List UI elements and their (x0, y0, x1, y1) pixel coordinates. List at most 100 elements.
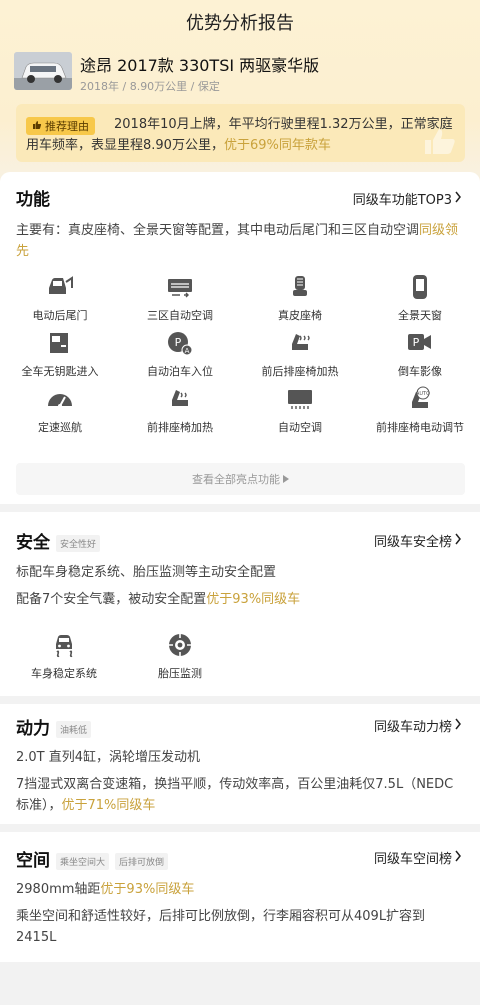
feature-label: 全车无钥匙进入 (21, 365, 99, 378)
chevron-right-icon (454, 533, 462, 549)
svg-text:A: A (185, 347, 190, 355)
feature-label: 胎压监测 (158, 667, 202, 680)
safety-line2: 配备7个安全气囊，被动安全配置优于93%同级车 (16, 589, 464, 610)
view-all-features-button[interactable]: 查看全部亮点功能 (16, 463, 465, 495)
feature-label: 前排座椅加热 (147, 421, 213, 434)
feature-front-seat-heating: 前排座椅加热 (120, 386, 240, 435)
feature-keyless-entry: 全车无钥匙进入 (0, 330, 120, 379)
feature-label: 前排座椅电动调节 (376, 421, 464, 434)
car-thumbnail (14, 52, 72, 90)
page-title: 优势分析报告 (186, 13, 294, 34)
power-line1: 2.0T 直列4缸，涡轮增压发动机 (16, 750, 201, 765)
view-all-label: 查看全部亮点功能 (192, 473, 280, 486)
cruise-control-icon (45, 386, 75, 412)
divider (0, 962, 480, 1005)
recommend-highlight: 优于69%同年款车 (223, 138, 331, 153)
chevron-right-icon (454, 718, 462, 734)
safety-line2-highlight: 优于93%同级车 (206, 592, 301, 607)
recommend-box: 2018年10月上牌，年平均行驶里程1.32万公里，正常家庭用车频率，表显里程8… (16, 104, 465, 162)
feature-tri-zone-ac: 三区自动空调 (120, 274, 240, 323)
power-title: 动力 油耗低 (16, 714, 92, 739)
chevron-right-icon (454, 850, 462, 866)
power-card: 动力 油耗低 同级车动力榜 2.0T 直列4缸，涡轮增压发动机 7挡湿式双离合变速… (0, 704, 480, 824)
leather-seat-icon (285, 274, 315, 300)
auto-ac-icon (285, 386, 315, 412)
power-tag: 油耗低 (56, 720, 92, 738)
svg-text:P: P (413, 336, 420, 349)
car-info[interactable]: 途昂 2017款 330TSI 两驱豪华版 2018年 / 8.90万公里 / … (14, 52, 466, 96)
function-top3-label: 同级车功能TOP3 (352, 193, 452, 208)
front-seat-heating-icon (165, 386, 195, 412)
feature-label: 真皮座椅 (278, 309, 322, 322)
feature-auto-parking: P A 自动泊车入位 (120, 330, 240, 379)
safety-title: 安全 安全性好 (16, 528, 101, 553)
feature-panoramic-sunroof: 全景天窗 (360, 274, 480, 323)
chevron-right-icon (454, 191, 462, 207)
space-line1-body: 2980mm轴距 (16, 882, 101, 897)
feature-label: 电动后尾门 (32, 309, 88, 322)
feature-label: 定速巡航 (38, 421, 82, 434)
recommend-badge-label: 推荐理由 (45, 120, 89, 133)
feature-power-tailgate: 电动后尾门 (0, 274, 120, 323)
space-rank-label: 同级车空间榜 (373, 852, 452, 867)
power-tailgate-icon (45, 274, 75, 300)
feature-tire-pressure: 胎压监测 (120, 632, 240, 681)
car-name: 途昂 2017款 330TSI 两驱豪华版 (80, 56, 320, 75)
page-header: 优势分析报告 (0, 0, 480, 44)
feature-label: 自动空调 (278, 421, 322, 434)
function-desc-body: 主要有：真皮座椅、全景天窗等配置，其中电动后尾门和三区自动空调 (16, 223, 420, 238)
safety-rank-link[interactable]: 同级车安全榜 (374, 531, 462, 550)
tri-zone-ac-icon (165, 274, 195, 300)
divider (0, 696, 480, 704)
triangle-right-icon (283, 473, 289, 486)
feature-auto-ac: 自动空调 (240, 386, 360, 435)
feature-power-seat: AUTO 前排座椅电动调节 (360, 386, 480, 435)
feature-leather-seat: 真皮座椅 (240, 274, 360, 323)
auto-parking-icon: PA (165, 330, 195, 356)
feature-label: 三区自动空调 (147, 309, 213, 322)
feature-label: 全景天窗 (398, 309, 442, 322)
feature-cruise-control: 定速巡航 (0, 386, 120, 435)
feature-label: 倒车影像 (398, 365, 442, 378)
recommend-badge: 推荐理由 (26, 117, 95, 135)
safety-line1: 标配车身稳定系统、胎压监测等主动安全配置 (16, 565, 277, 580)
reverse-camera-icon: P (405, 330, 435, 356)
power-line2-highlight: 优于71%同级车 (61, 798, 156, 813)
power-seat-icon: AUTO (405, 386, 435, 412)
space-rank-link[interactable]: 同级车空间榜 (374, 848, 462, 867)
power-rank-link[interactable]: 同级车动力榜 (374, 716, 462, 735)
feature-label: 前后排座椅加热 (261, 365, 339, 378)
thumbs-up-watermark-icon (419, 126, 459, 156)
space-tag-2: 后排可放倒 (115, 852, 169, 870)
space-title: 空间 乘坐空间大 后排可放倒 (16, 846, 169, 871)
panoramic-sunroof-icon (405, 274, 435, 300)
function-desc: 主要有：真皮座椅、全景天窗等配置，其中电动后尾门和三区自动空调同级领先 (16, 220, 464, 262)
function-top3-link[interactable]: 同级车功能TOP3 (353, 189, 462, 208)
thumbs-up-icon (32, 120, 42, 133)
power-title-text: 动力 (16, 719, 50, 739)
divider (0, 504, 480, 512)
space-line2: 乘坐空间和舒适性较好，后排可比例放倒，行李厢容积可从409L扩容到2415L (16, 909, 426, 945)
space-line1-highlight: 优于93%同级车 (100, 882, 195, 897)
safety-card: 安全 安全性好 同级车安全榜 标配车身稳定系统、胎压监测等主动安全配置 配备7个安… (0, 512, 480, 696)
space-title-text: 空间 (16, 851, 50, 871)
feature-seat-heating: 前后排座椅加热 (240, 330, 360, 379)
svg-text:AUTO: AUTO (416, 391, 430, 397)
space-tag-1: 乘坐空间大 (56, 852, 110, 870)
stability-control-icon (49, 632, 79, 658)
power-line2: 7挡湿式双离合变速箱，换挡平顺，传动效率高，百公里油耗仅7.5L（NEDC标准）… (16, 774, 464, 816)
safety-rank-label: 同级车安全榜 (373, 535, 452, 550)
function-title: 功能 (16, 190, 50, 210)
feature-label: 车身稳定系统 (31, 667, 97, 680)
feature-label: 自动泊车入位 (147, 365, 213, 378)
safety-tag: 安全性好 (56, 534, 101, 552)
feature-stability-control: 车身稳定系统 (4, 632, 124, 681)
safety-line2-body: 配备7个安全气囊，被动安全配置 (16, 592, 207, 607)
divider (0, 824, 480, 832)
seat-heating-icon (285, 330, 315, 356)
svg-text:P: P (175, 336, 182, 349)
car-meta: 2018年 / 8.90万公里 / 保定 (80, 80, 220, 93)
space-line1: 2980mm轴距优于93%同级车 (16, 879, 464, 900)
power-rank-label: 同级车动力榜 (373, 720, 452, 735)
feature-reverse-camera: P 倒车影像 (360, 330, 480, 379)
